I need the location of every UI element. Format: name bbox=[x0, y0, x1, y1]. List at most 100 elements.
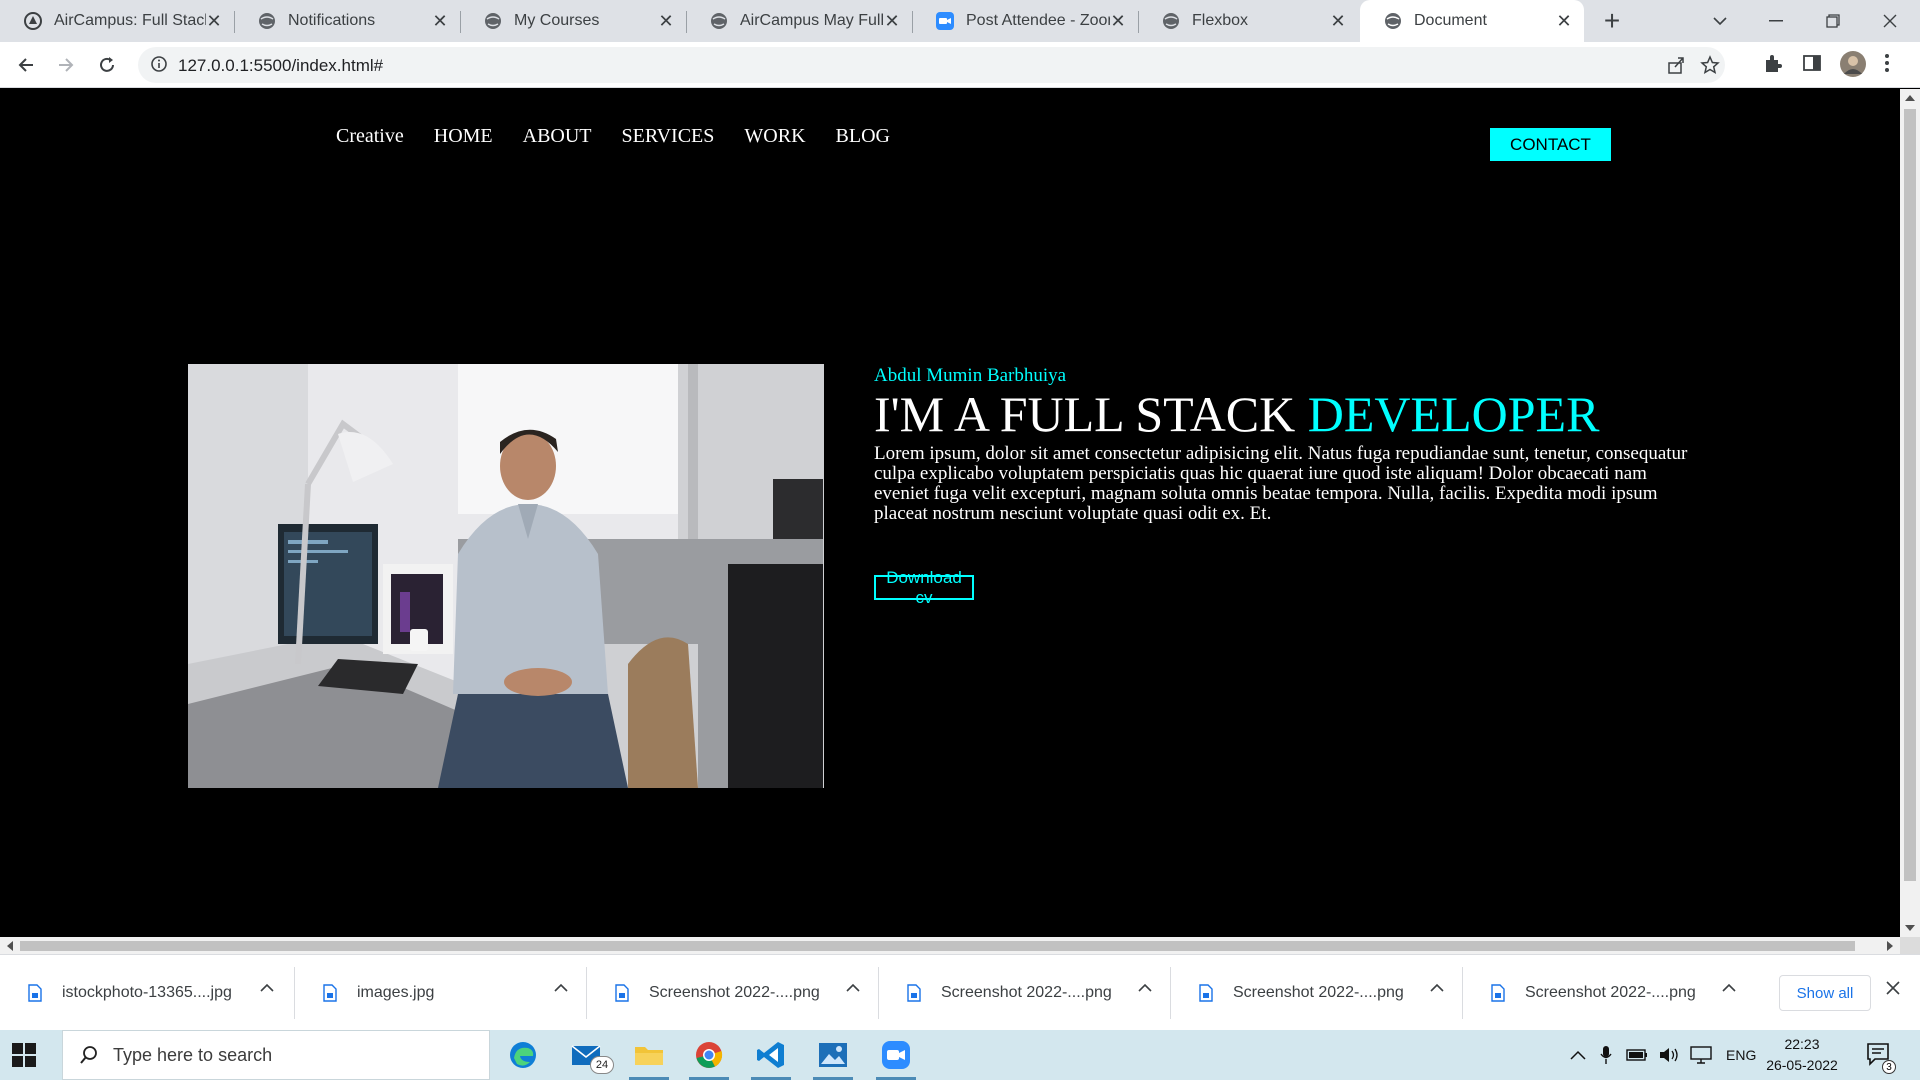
close-icon[interactable]: ✕ bbox=[1556, 11, 1572, 32]
contact-button[interactable]: CONTACT bbox=[1490, 128, 1611, 161]
chrome-icon bbox=[696, 1042, 723, 1068]
edge-app[interactable] bbox=[495, 1030, 551, 1080]
tab-aircampus[interactable]: AirCampus: Full Stack ✕ bbox=[0, 0, 234, 42]
address-bar[interactable]: 127.0.0.1:5500/index.html# bbox=[138, 47, 1725, 83]
hero-title-prefix: I'M A FULL STACK bbox=[874, 386, 1296, 442]
scroll-thumb[interactable] bbox=[20, 941, 1855, 951]
folder-icon bbox=[635, 1047, 663, 1065]
star-icon[interactable] bbox=[1700, 55, 1720, 75]
chevron-up-icon[interactable] bbox=[1570, 1050, 1586, 1060]
tab-title: My Courses bbox=[514, 12, 600, 29]
chevron-up-icon[interactable] bbox=[1722, 983, 1736, 993]
tab-aircampus-may[interactable]: AirCampus May Full S ✕ bbox=[686, 0, 912, 42]
chevron-up-icon[interactable] bbox=[554, 983, 568, 993]
scroll-left-icon[interactable] bbox=[7, 941, 13, 951]
chevron-down-icon bbox=[1713, 17, 1727, 26]
system-tray: ENG bbox=[1570, 1030, 1756, 1080]
tab-document[interactable]: Document ✕ bbox=[1360, 0, 1584, 42]
new-tab-button[interactable]: + bbox=[1598, 0, 1626, 42]
file-icon bbox=[907, 984, 921, 1002]
tab-search-button[interactable] bbox=[1692, 0, 1748, 42]
back-button[interactable] bbox=[12, 51, 40, 79]
download-item[interactable]: images.jpg bbox=[295, 955, 586, 1031]
download-item[interactable]: istockphoto-13365....jpg bbox=[0, 955, 292, 1031]
download-item[interactable]: Screenshot 2022-....png bbox=[1463, 955, 1754, 1031]
chevron-up-icon[interactable] bbox=[1138, 983, 1152, 993]
vertical-scrollbar[interactable] bbox=[1900, 89, 1920, 937]
tab-notifications[interactable]: Notifications ✕ bbox=[234, 0, 460, 42]
tab-my-courses[interactable]: My Courses ✕ bbox=[460, 0, 686, 42]
download-item[interactable]: Screenshot 2022-....png bbox=[587, 955, 878, 1031]
network-icon[interactable] bbox=[1690, 1046, 1712, 1064]
clock[interactable]: 22:23 26-05-2022 bbox=[1762, 1034, 1842, 1076]
taskbar-search[interactable]: Type here to search bbox=[62, 1030, 490, 1080]
tab-title: AirCampus May Full S bbox=[740, 12, 884, 29]
arrow-left-icon bbox=[18, 58, 33, 72]
chevron-up-icon[interactable] bbox=[846, 983, 860, 993]
arrow-right-icon bbox=[59, 58, 74, 72]
language-indicator[interactable]: ENG bbox=[1726, 1047, 1756, 1063]
download-filename: Screenshot 2022-....png bbox=[649, 984, 820, 1001]
nav-about[interactable]: ABOUT bbox=[523, 125, 592, 148]
browser-toolbar: 127.0.0.1:5500/index.html# bbox=[0, 42, 1920, 88]
scroll-right-icon[interactable] bbox=[1887, 941, 1893, 951]
zoom-app[interactable] bbox=[868, 1030, 924, 1080]
close-icon[interactable]: ✕ bbox=[884, 11, 900, 32]
download-item[interactable]: Screenshot 2022-....png bbox=[879, 955, 1170, 1031]
avatar[interactable] bbox=[1839, 50, 1867, 78]
windows-start-icon[interactable] bbox=[12, 1043, 36, 1067]
chrome-app[interactable] bbox=[681, 1030, 737, 1080]
nav-work[interactable]: WORK bbox=[744, 125, 805, 148]
forward-button[interactable] bbox=[52, 51, 80, 79]
close-icon[interactable]: ✕ bbox=[206, 11, 222, 32]
restore-button[interactable] bbox=[1805, 0, 1861, 42]
url-text[interactable]: 127.0.0.1:5500/index.html# bbox=[178, 56, 383, 76]
horizontal-scrollbar[interactable] bbox=[0, 937, 1900, 954]
microphone-icon[interactable] bbox=[1600, 1045, 1612, 1065]
photos-app[interactable] bbox=[805, 1030, 861, 1080]
side-panel-icon[interactable] bbox=[1802, 53, 1822, 73]
nav-home[interactable]: HOME bbox=[434, 125, 493, 148]
battery-icon[interactable] bbox=[1626, 1048, 1648, 1062]
minimize-button[interactable] bbox=[1748, 0, 1804, 42]
downloads-bar: istockphoto-13365....jpg images.jpg Scre… bbox=[0, 954, 1920, 1030]
close-window-button[interactable] bbox=[1862, 0, 1918, 42]
volume-icon[interactable] bbox=[1658, 1046, 1680, 1064]
download-filename: images.jpg bbox=[357, 984, 435, 1001]
edge-icon bbox=[510, 1042, 536, 1068]
search-icon bbox=[80, 1046, 97, 1064]
tab-flexbox[interactable]: Flexbox ✕ bbox=[1138, 0, 1358, 42]
mail-app[interactable]: 24 bbox=[558, 1030, 614, 1080]
extensions-icon[interactable] bbox=[1762, 53, 1784, 75]
download-item[interactable]: Screenshot 2022-....png bbox=[1171, 955, 1462, 1031]
scroll-thumb[interactable] bbox=[1904, 109, 1916, 881]
chevron-up-icon[interactable] bbox=[1430, 983, 1444, 993]
chevron-up-icon[interactable] bbox=[260, 983, 274, 993]
close-icon[interactable] bbox=[1886, 981, 1900, 995]
close-icon[interactable]: ✕ bbox=[1110, 11, 1126, 32]
share-icon[interactable] bbox=[1666, 55, 1686, 75]
tab-zoom[interactable]: Post Attendee - Zoom ✕ bbox=[912, 0, 1138, 42]
reload-button[interactable] bbox=[93, 51, 121, 79]
file-explorer-app[interactable] bbox=[621, 1030, 677, 1080]
vscode-app[interactable] bbox=[743, 1030, 799, 1080]
file-icon bbox=[1199, 984, 1213, 1002]
nav-blog[interactable]: BLOG bbox=[836, 125, 890, 148]
kebab-menu-icon[interactable] bbox=[1884, 53, 1890, 73]
download-cv-button[interactable]: Download cv bbox=[874, 568, 974, 607]
close-icon[interactable]: ✕ bbox=[432, 11, 448, 32]
clock-time: 22:23 bbox=[1784, 1036, 1820, 1052]
nav-services[interactable]: SERVICES bbox=[622, 125, 715, 148]
info-icon[interactable] bbox=[150, 55, 168, 73]
file-icon bbox=[615, 984, 629, 1002]
reload-icon bbox=[100, 57, 114, 72]
nav-brand[interactable]: Creative bbox=[336, 125, 404, 148]
scroll-up-icon[interactable] bbox=[1905, 95, 1915, 101]
scroll-down-icon[interactable] bbox=[1905, 925, 1915, 931]
show-all-button[interactable]: Show all bbox=[1779, 975, 1871, 1011]
tab-title: Post Attendee - Zoom bbox=[966, 12, 1110, 29]
close-icon[interactable]: ✕ bbox=[658, 11, 674, 32]
taskbar: Type here to search 24 ENG 22:23 26-05-2… bbox=[0, 1030, 1920, 1080]
close-icon[interactable]: ✕ bbox=[1330, 11, 1346, 32]
search-placeholder: Type here to search bbox=[113, 1044, 273, 1065]
